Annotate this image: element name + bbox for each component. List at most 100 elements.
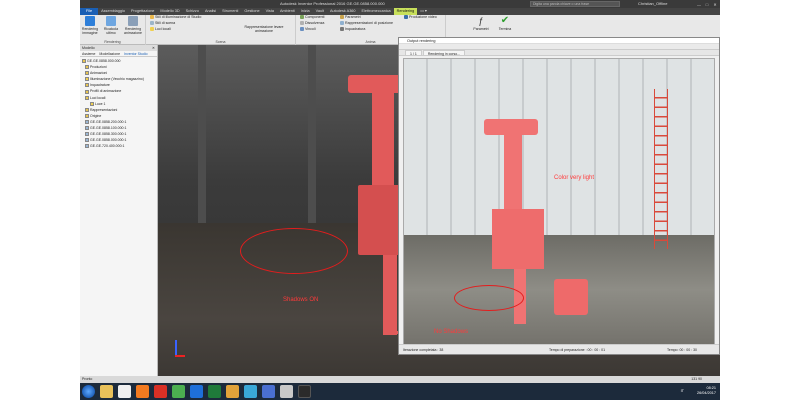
tab-vault[interactable]: Vault [313,8,327,15]
tab-vista[interactable]: Vista [263,8,277,15]
ribbon-tabs: File Assemblaggio Progettazione Modello … [80,8,720,15]
background-column [198,45,206,235]
film-icon [128,16,138,26]
model-browser: Modello ✕ Assieme Modellazione Inventor … [80,45,158,383]
search-input[interactable]: Digita una parola chiave o una frase [530,1,620,7]
inventor-icon[interactable] [226,385,239,398]
start-button[interactable] [82,385,95,398]
video-production-button[interactable]: Produzione video [404,15,437,20]
rendered-image: Color very light No Shadows [403,58,715,346]
part-icon [85,119,89,124]
outlook-icon[interactable] [190,385,203,398]
local-lights-button[interactable]: Luci locali [150,27,171,32]
output-tabs: 1 / 1 Rendering in corso... [399,50,719,56]
parameters-button[interactable]: ƒ Parametri [470,16,492,31]
tab-analisi[interactable]: Analisi [202,8,219,15]
fx-icon: ƒ [478,16,484,26]
output-rendering-window[interactable]: Output rendering 1 / 1 Rendering in cors… [398,37,720,355]
user-name[interactable]: Christian_Offline [638,0,668,8]
fade-button[interactable]: Dissolvenza [300,21,324,26]
annotation-no-shadows: No Shadows [434,329,469,335]
folder-icon [85,113,89,118]
parameters-anim-button[interactable]: Parametri [340,15,361,20]
browser-tab-modellazione[interactable]: Modellazione [99,51,120,56]
maximize-icon[interactable]: □ [704,2,710,7]
tab-modello-3d[interactable]: Modello 3D [157,8,182,15]
part-icon [85,144,89,149]
browser-close-icon[interactable]: ✕ [152,45,155,51]
annotation-ellipse-no-shadows [454,285,524,311]
app-icon[interactable] [244,385,257,398]
status-counts: 131 90 [691,377,702,381]
tab-a360[interactable]: Autodesk A360 [327,8,359,15]
browser-tab-assieme[interactable]: Assieme [82,51,95,56]
representation-animation-button[interactable]: Rappresentazione levare animazione [236,25,292,33]
system-clock[interactable]: 08:21 26/04/2017 [697,383,716,400]
part-icon [85,132,89,137]
chrome-icon[interactable] [172,385,185,398]
tree-node[interactable]: GE.GE.720.400.000:1 [82,143,157,149]
app3-icon[interactable] [298,385,311,398]
tab-file[interactable]: File [80,8,99,15]
output-status-bar: Iterazione completata : 38 Tempo di prep… [399,344,719,354]
app-status-bar: Pronto 131 90 [80,376,720,383]
status-time: Tempo: 00 : 00 : 30 [667,348,697,352]
tab-inizia[interactable]: Inizia [298,8,313,15]
browser-tree: GE.GE.0858.000.000 Produzioni Animazioni… [80,57,157,149]
render-top-clamp [484,119,538,135]
tab-rendering[interactable]: Rendering [393,8,418,15]
media-player-icon[interactable] [136,385,149,398]
annotation-color-light: Color very light [554,175,595,181]
tab-strumenti[interactable]: Strumenti [219,8,241,15]
render-image-icon [85,16,95,26]
folder-icon [85,107,89,112]
title-bar: Autodesk Inventor Professional 2016 GE.G… [80,0,720,8]
render-animation-button[interactable]: Rendering animazione [124,16,142,35]
render-ladder [654,89,668,249]
rerender-last-button[interactable]: Ricalcola ultimo [102,16,120,35]
local-light-icon [150,27,154,32]
tab-options[interactable]: ▭ ▾ [417,8,430,15]
output-tab-page[interactable]: 1 / 1 [405,50,422,56]
folder-icon [85,95,89,100]
tab-elettromeccanica[interactable]: Elettromeccanica [359,8,394,15]
constraints-button[interactable]: Vincoli [300,27,316,32]
finish-button[interactable]: ✔ Termina [494,16,516,32]
components-button[interactable]: Componenti [300,15,324,20]
tab-gestione[interactable]: Gestione [241,8,262,15]
components-icon [300,15,304,20]
parameter-icon [340,15,344,20]
taskbar: IT 08:21 26/04/2017 [80,383,720,400]
acrobat-icon[interactable] [154,385,167,398]
tab-progettazione[interactable]: Progettazione [128,8,157,15]
scene-icon [150,21,154,26]
browser-tab-studio[interactable]: Inventor Studio [124,51,148,56]
close-icon[interactable]: ✕ [712,2,718,7]
tab-schizzo[interactable]: Schizzo [183,8,202,15]
scene-styles-button[interactable]: Stili di scena [150,21,175,26]
render-image-button[interactable]: Rendering immagine [81,16,99,35]
camera-button[interactable]: Inquadratura [340,27,365,32]
annotation-ellipse-shadows [240,228,348,274]
axis-z-icon [175,340,177,356]
tab-ambienti[interactable]: Ambienti [277,8,298,15]
status-ready: Pronto [82,377,93,381]
minimize-icon[interactable]: — [696,2,702,7]
word-icon[interactable] [262,385,275,398]
video-icon [404,15,408,20]
assembly-icon [82,59,86,64]
folder-icon [85,71,89,76]
explorer-icon[interactable] [100,385,113,398]
excel-icon[interactable] [208,385,221,398]
language-indicator[interactable]: IT [681,389,684,393]
constraint-icon [300,27,304,32]
studio-lighting-styles-button[interactable]: Stili di illuminazione di Studio [150,15,201,20]
camera-icon [340,27,344,32]
app2-icon[interactable] [280,385,293,398]
media-icon[interactable] [118,385,131,398]
folder-icon [85,65,89,70]
status-iterations: Iterazione completata : 38 [403,348,444,352]
tab-assemblaggio[interactable]: Assemblaggio [98,8,128,15]
output-tab-rendering[interactable]: Rendering in corso... [422,50,466,56]
position-representations-button[interactable]: Rappresentazioni di posizione [340,21,393,26]
